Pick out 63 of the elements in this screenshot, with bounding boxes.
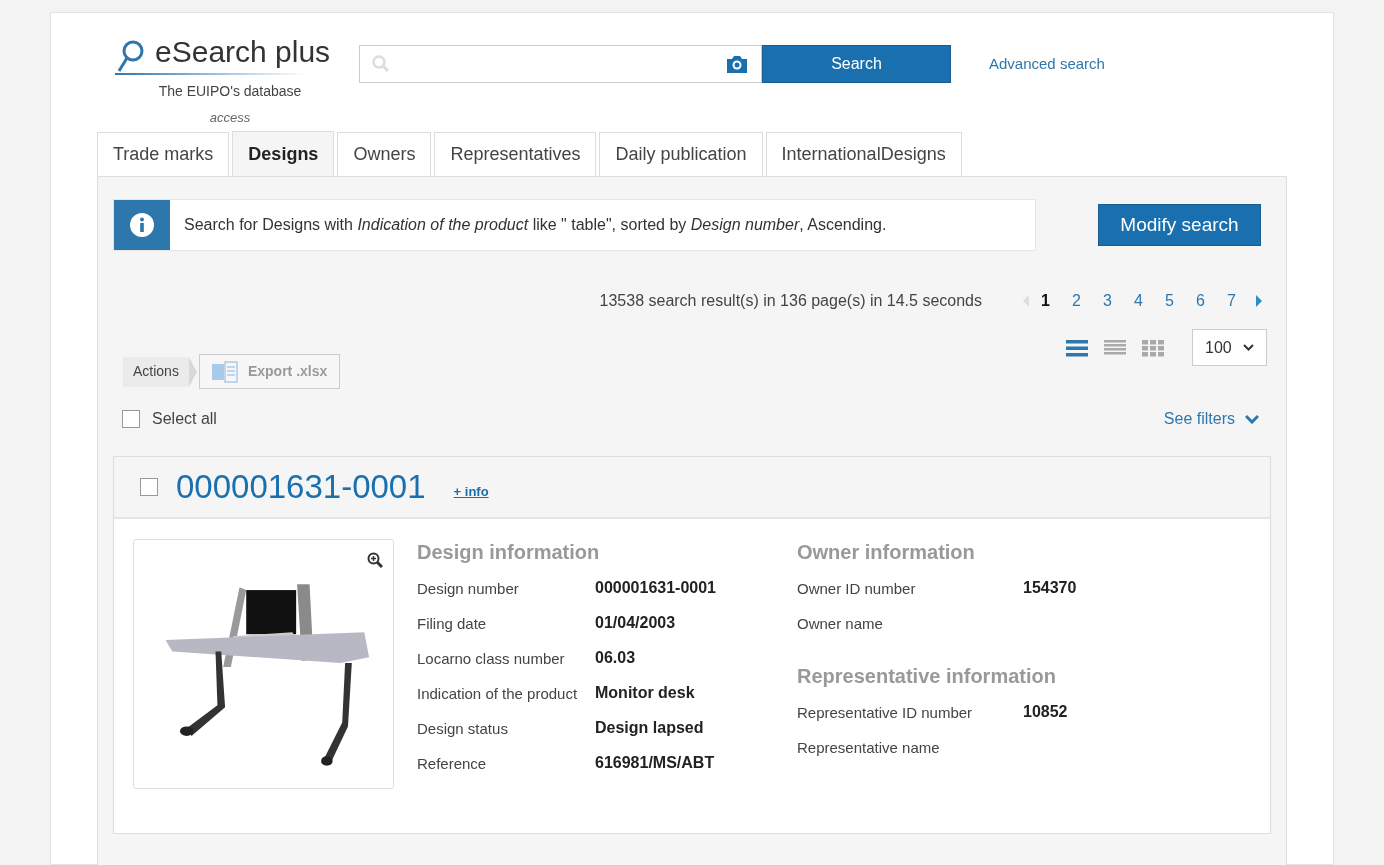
tab[interactable]: Daily publication bbox=[599, 132, 763, 176]
compact-list-icon[interactable] bbox=[1104, 338, 1126, 357]
zoom-in-icon[interactable] bbox=[367, 552, 383, 568]
see-filters-link[interactable]: See filters bbox=[1163, 407, 1259, 431]
field-value: 10852 bbox=[1023, 702, 1068, 722]
field-label: Owner ID number bbox=[797, 578, 917, 599]
section-heading: Representative information bbox=[797, 664, 1057, 689]
field-value: 000001631-0001 bbox=[595, 578, 716, 598]
results-summary: 13538 search result(s) in 136 page(s) in 14.5 seconds bbox=[599, 291, 982, 311]
field-label: Indication of the product bbox=[417, 683, 579, 704]
field-label: Design status bbox=[417, 718, 509, 739]
page-link[interactable]: 1 bbox=[1030, 289, 1061, 313]
section-heading: Design information bbox=[417, 540, 601, 565]
tab[interactable]: Designs bbox=[232, 131, 335, 176]
field-label: Reference bbox=[417, 753, 488, 774]
tab[interactable]: Trade marks bbox=[97, 132, 230, 176]
search-icon bbox=[372, 55, 390, 73]
field-value: 616981/MS/ABT bbox=[595, 753, 715, 773]
camera-icon[interactable] bbox=[725, 54, 749, 74]
page-link[interactable]: 5 bbox=[1154, 289, 1185, 313]
page-link[interactable]: 7 bbox=[1216, 289, 1247, 313]
chevron-down-icon bbox=[1245, 414, 1259, 424]
section-heading: Owner information bbox=[797, 540, 976, 565]
page-link[interactable]: 3 bbox=[1092, 289, 1123, 313]
logo-subtitle: access bbox=[208, 109, 252, 127]
checkbox[interactable] bbox=[140, 478, 158, 496]
tab[interactable]: Representatives bbox=[434, 132, 597, 176]
field-label: Owner name bbox=[797, 613, 884, 634]
field-value: Monitor desk bbox=[595, 683, 695, 703]
search-field[interactable] bbox=[359, 45, 762, 83]
page-size-select[interactable]: 100 bbox=[1192, 329, 1267, 366]
info-icon bbox=[129, 212, 155, 238]
page-link[interactable]: 4 bbox=[1123, 289, 1154, 313]
page-link[interactable]: 2 bbox=[1061, 289, 1092, 313]
field-value: 154370 bbox=[1023, 578, 1077, 598]
list-view-icon[interactable] bbox=[1066, 338, 1088, 357]
field-label: Representative name bbox=[797, 737, 941, 758]
tab[interactable]: Owners bbox=[337, 132, 432, 176]
field-label: Representative ID number bbox=[797, 702, 974, 723]
field-label: Locarno class number bbox=[417, 648, 566, 669]
select-all-label[interactable]: Select all bbox=[152, 407, 217, 431]
field-label: Design number bbox=[417, 578, 520, 599]
design-number-link[interactable]: 000001631-0001 bbox=[176, 462, 426, 512]
next-page-icon[interactable] bbox=[1255, 295, 1263, 307]
logo-title: eSearch plus bbox=[155, 35, 331, 69]
field-label: Filing date bbox=[417, 613, 488, 634]
spreadsheet-icon bbox=[211, 360, 238, 383]
tab[interactable]: InternationalDesigns bbox=[765, 132, 962, 176]
search-button[interactable]: Search bbox=[762, 45, 951, 83]
modify-search-button[interactable]: Modify search bbox=[1098, 204, 1261, 246]
breadcrumb-arrow-icon bbox=[188, 356, 199, 387]
more-info-link[interactable]: + info bbox=[453, 482, 489, 502]
search-description: Search for Designs with Indication of the product like " table", sorted by Design number, Ascending. bbox=[184, 215, 887, 235]
field-value: Design lapsed bbox=[595, 718, 704, 738]
field-value: 01/04/2003 bbox=[595, 613, 676, 633]
page-link[interactable]: 6 bbox=[1185, 289, 1216, 313]
logo-subtitle: The EUIPO's database bbox=[157, 82, 303, 101]
field-value: 06.03 bbox=[595, 648, 636, 668]
checkbox[interactable] bbox=[122, 410, 140, 428]
grid-view-icon[interactable] bbox=[1142, 338, 1164, 357]
chevron-down-icon bbox=[1243, 344, 1254, 351]
advanced-search-link[interactable]: Advanced search bbox=[989, 52, 1105, 76]
actions-label: Actions bbox=[123, 356, 189, 387]
